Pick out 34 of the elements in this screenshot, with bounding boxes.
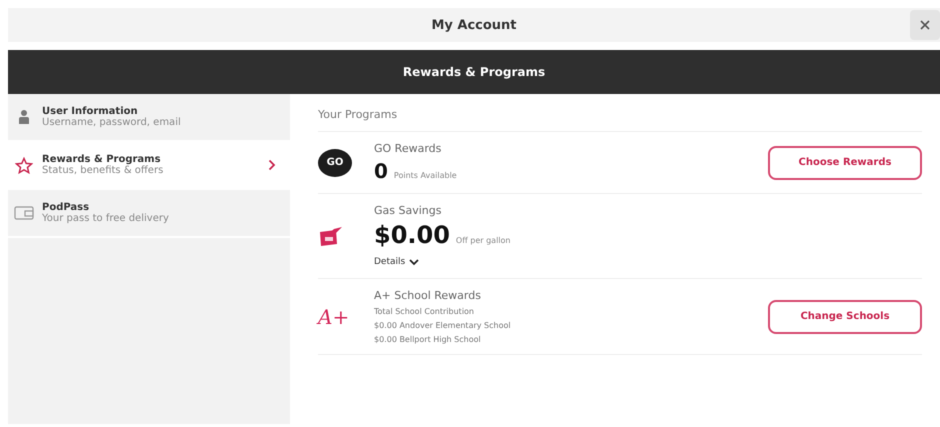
item-subtitle: Status, benefits & offers: [42, 165, 164, 176]
sidebar-item[interactable]: PodPass Your pass to free delivery: [8, 190, 290, 238]
program-name: A+ School Rewards: [374, 289, 482, 302]
close-icon: [920, 20, 930, 30]
section-title: Rewards & Programs: [402, 65, 546, 79]
star-icon: [15, 156, 33, 174]
item-subtitle: Username, password, email: [42, 117, 182, 128]
program-value: 0: [374, 159, 388, 183]
person-icon: [18, 109, 30, 125]
value-caption: Off per gallon: [456, 236, 510, 245]
program-name: Gas Savings: [374, 204, 442, 217]
contribution-line: $0.00 Andover Elementary School: [374, 321, 512, 330]
program-value: $0.00: [374, 221, 450, 249]
program-button[interactable]: Change Schools: [768, 300, 922, 334]
contribution-line: $0.00 Bellport High School: [374, 335, 482, 344]
program-name: GO Rewards: [374, 142, 442, 155]
program-button[interactable]: Choose Rewards: [768, 146, 922, 180]
value-caption: Points Available: [394, 171, 457, 180]
school-logo: A+: [318, 304, 350, 328]
item-title: Rewards & Programs: [42, 154, 162, 165]
sidebar-item[interactable]: Rewards & Programs Status, benefits & offers: [8, 142, 290, 190]
card-icon: [14, 205, 34, 221]
window-title: My Account: [431, 18, 517, 32]
close-button[interactable]: [910, 10, 940, 40]
chevron-right-icon: [268, 159, 276, 171]
item-subtitle: Your pass to free delivery: [42, 213, 170, 224]
item-title: PodPass: [42, 202, 90, 213]
section-heading: Your Programs: [318, 94, 922, 132]
go-logo: GO: [318, 148, 352, 176]
contribution-line: Total School Contribution: [374, 307, 475, 316]
details-link[interactable]: Details: [374, 257, 420, 267]
item-title: User Information: [42, 106, 139, 117]
gas-ticket-icon: [318, 225, 344, 247]
chevron-down-icon: [409, 258, 420, 266]
